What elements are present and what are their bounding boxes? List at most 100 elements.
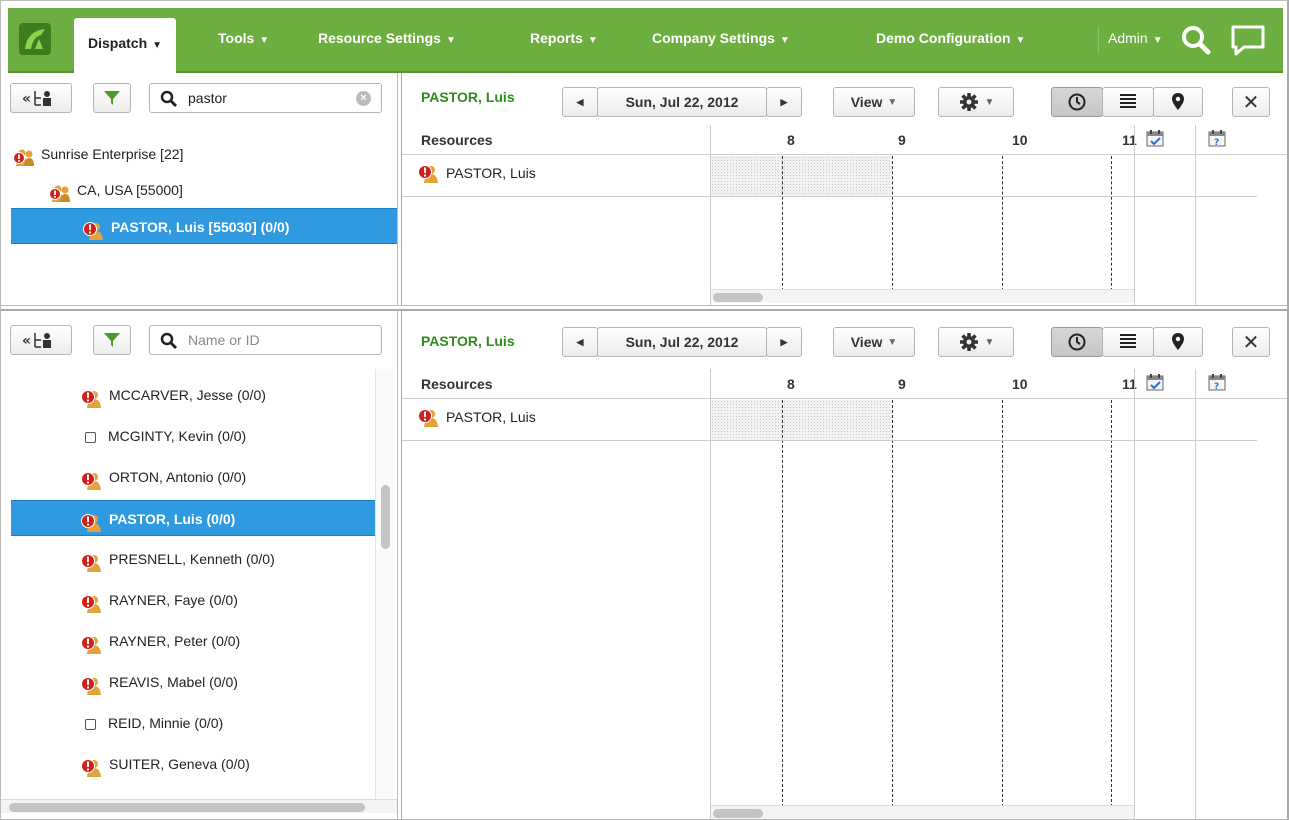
next-day-button[interactable]: ▶ <box>766 87 802 117</box>
timeline-view-toggle[interactable] <box>1051 327 1103 357</box>
list-item[interactable]: RAYNER, Peter (0/0) <box>81 623 240 659</box>
map-pin-icon <box>1172 93 1184 110</box>
schedule-toolbar: PASTOR, Luis ◀ Sun, Jul 22, 2012 ▶ View ▼… <box>402 73 1287 125</box>
timeline-hscrollbar[interactable] <box>711 289 1134 303</box>
list-item[interactable]: REID, Minnie (0/0) <box>81 705 223 741</box>
user-menu[interactable]: Admin ▼ <box>1094 8 1177 68</box>
dispatch-app: Dispatch ▼ Tools ▼ Resource Settings ▼ Repo… <box>0 0 1289 820</box>
list-item[interactable]: PRESNELL, Kenneth (0/0) <box>81 541 275 577</box>
resource-name: PASTOR, Luis <box>446 409 536 425</box>
clear-search-icon[interactable]: × <box>356 91 371 106</box>
resource-row[interactable]: PASTOR, Luis <box>402 156 1257 197</box>
nav-tab-dispatch[interactable]: Dispatch ▼ <box>74 18 177 73</box>
tree-node-label: PASTOR, Luis [55030] (0/0) <box>111 219 290 235</box>
timeline-view-toggle[interactable] <box>1051 87 1103 117</box>
tree-node[interactable]: CA, USA [55000] <box>49 172 183 208</box>
nav-tab-label: Tools <box>218 30 255 46</box>
calendar-question-icon[interactable]: ? <box>1208 129 1226 148</box>
resource-search-field[interactable]: Name or ID <box>149 325 382 355</box>
hierarchy-collapse-icon: « <box>22 333 51 349</box>
chevron-down-icon: ▼ <box>1015 35 1026 46</box>
collapse-tree-button[interactable]: « <box>10 83 72 113</box>
nav-tab-demo-configuration[interactable]: Demo Configuration ▼ <box>862 8 1039 68</box>
prev-day-button[interactable]: ◀ <box>562 327 598 357</box>
tree-toolbar: « Name or ID <box>1 311 397 363</box>
hour-header-8: 8 <box>787 376 795 392</box>
chevron-down-icon: ▼ <box>445 35 456 46</box>
list-hscrollbar[interactable] <box>1 799 397 813</box>
person-alert-icon <box>81 510 101 533</box>
list-icon <box>1120 94 1136 108</box>
date-picker-button[interactable]: Sun, Jul 22, 2012 <box>597 327 767 357</box>
timeline-hscrollbar-thumb[interactable] <box>713 809 763 818</box>
search-input[interactable]: pastor <box>188 90 227 106</box>
timeline-hscrollbar-thumb[interactable] <box>713 293 763 302</box>
list-item[interactable]: MCCARVER, Jesse (0/0) <box>81 377 266 413</box>
close-icon: ✕ <box>1242 91 1260 114</box>
list-item[interactable]: MCGINTY, Kevin (0/0) <box>81 418 246 454</box>
tree-node[interactable]: PASTOR, Luis [55030] (0/0) <box>11 208 397 244</box>
next-day-button[interactable]: ▶ <box>766 327 802 357</box>
chat-icon[interactable] <box>1230 24 1266 59</box>
svg-text:«: « <box>22 333 31 349</box>
list-item-label: REAVIS, Mabel (0/0) <box>109 674 238 690</box>
map-view-toggle[interactable] <box>1153 327 1203 357</box>
date-picker-button[interactable]: Sun, Jul 22, 2012 <box>597 87 767 117</box>
svg-text:«: « <box>22 91 31 107</box>
collapse-tree-button[interactable]: « <box>10 325 72 355</box>
person-alert-icon <box>81 386 101 409</box>
person-alert-icon <box>418 164 438 184</box>
resource-row[interactable]: PASTOR, Luis <box>402 400 1257 441</box>
resource-search-field[interactable]: pastor × <box>149 83 382 113</box>
chevron-left-icon: ◀ <box>576 96 584 107</box>
view-menu-button[interactable]: View ▼ <box>833 327 915 357</box>
list-item[interactable]: REAVIS, Mabel (0/0) <box>81 664 238 700</box>
filter-button[interactable] <box>93 325 131 355</box>
view-menu-button[interactable]: View ▼ <box>833 87 915 117</box>
resources-column-header: Resources <box>421 132 493 148</box>
list-item[interactable]: RAYNER, Faye (0/0) <box>81 582 238 618</box>
list-item-label: MCGINTY, Kevin (0/0) <box>108 428 247 444</box>
person-alert-icon <box>81 755 101 778</box>
list-view-toggle[interactable] <box>1102 87 1154 117</box>
calendar-question-icon[interactable]: ? <box>1208 373 1226 392</box>
nav-tab-company-settings[interactable]: Company Settings ▼ <box>638 8 804 68</box>
map-view-toggle[interactable] <box>1153 87 1203 117</box>
checkbox-icon <box>85 718 96 730</box>
close-pane-button[interactable]: ✕ <box>1232 87 1270 117</box>
app-logo-icon[interactable] <box>19 23 51 55</box>
search-icon[interactable] <box>1180 24 1212 59</box>
calendar-check-icon[interactable] <box>1146 129 1164 147</box>
list-item[interactable]: PASTOR, Luis (0/0) <box>11 500 375 536</box>
settings-menu-button[interactable]: ▼ <box>938 327 1014 357</box>
list-item[interactable]: SUITER, Geneva (0/0) <box>81 746 250 782</box>
list-scrollbar[interactable] <box>375 369 393 799</box>
nav-tab-tools[interactable]: Tools ▼ <box>204 8 283 68</box>
dispatch-pane-top: « pastor × Sunrise Enterprise [22] CA, US… <box>1 73 1287 305</box>
resource-row-label: PASTOR, Luis <box>418 164 536 184</box>
list-view-toggle[interactable] <box>1102 327 1154 357</box>
settings-menu-button[interactable]: ▼ <box>938 87 1014 117</box>
nav-tab-reports[interactable]: Reports ▼ <box>516 8 612 68</box>
hour-gridline <box>1002 400 1003 807</box>
list-item[interactable]: ORTON, Antonio (0/0) <box>81 459 246 495</box>
hour-gridline <box>892 400 893 807</box>
clock-icon <box>1068 93 1086 111</box>
filter-button[interactable] <box>93 83 131 113</box>
chevron-down-icon: ▼ <box>887 96 898 108</box>
checkbox-icon <box>85 431 96 443</box>
timeline-hscrollbar[interactable] <box>711 805 1134 819</box>
search-input[interactable]: Name or ID <box>188 332 260 348</box>
list-hscrollbar-thumb[interactable] <box>9 803 365 812</box>
list-item-label: ORTON, Antonio (0/0) <box>109 469 247 485</box>
prev-day-button[interactable]: ◀ <box>562 87 598 117</box>
nav-tab-resource-settings[interactable]: Resource Settings ▼ <box>304 8 470 68</box>
calendar-check-icon[interactable] <box>1146 373 1164 391</box>
list-scrollbar-thumb[interactable] <box>381 485 390 549</box>
selected-resource-name: PASTOR, Luis <box>421 333 515 349</box>
person-alert-icon <box>418 408 438 428</box>
tree-node[interactable]: Sunrise Enterprise [22] <box>13 136 183 172</box>
close-pane-button[interactable]: ✕ <box>1232 327 1270 357</box>
svg-text:?: ? <box>1214 382 1219 391</box>
list-item-label: PASTOR, Luis (0/0) <box>109 511 236 527</box>
